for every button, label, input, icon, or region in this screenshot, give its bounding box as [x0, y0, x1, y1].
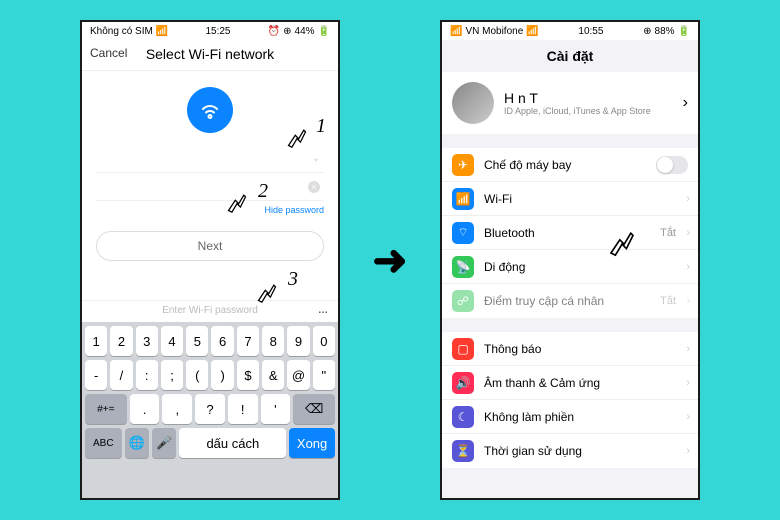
key-@[interactable]: @	[287, 360, 309, 390]
key[interactable]: ,	[162, 394, 192, 424]
wifi-icon: 📶	[156, 26, 168, 37]
airplane-icon: ✈	[452, 154, 474, 176]
key-&[interactable]: &	[262, 360, 284, 390]
key-8[interactable]: 8	[262, 326, 284, 356]
shift-key[interactable]: #+=	[85, 394, 127, 424]
hourglass-icon: ⏳	[452, 440, 474, 462]
key-0[interactable]: 0	[313, 326, 335, 356]
globe-key[interactable]: 🌐	[125, 428, 149, 458]
row-bluetooth[interactable]: ⌔BluetoothTắt›	[442, 216, 698, 250]
clear-icon[interactable]: ×	[308, 181, 320, 193]
key-"[interactable]: "	[313, 360, 335, 390]
airplane-toggle[interactable]	[656, 156, 688, 174]
key[interactable]: .	[130, 394, 160, 424]
key-3[interactable]: 3	[136, 326, 158, 356]
key-2[interactable]: 2	[110, 326, 132, 356]
page-title: Cài đặt	[442, 40, 698, 72]
key-$[interactable]: $	[237, 360, 259, 390]
space-key[interactable]: dấu cách	[179, 428, 286, 458]
password-input[interactable]: ×	[96, 173, 324, 201]
sounds-icon: 🔊	[452, 372, 474, 394]
credential-inputs: ⌄ ×	[82, 145, 338, 201]
next-button[interactable]: Next	[96, 231, 324, 261]
key-6[interactable]: 6	[211, 326, 233, 356]
key-7[interactable]: 7	[237, 326, 259, 356]
annotation-3: 3	[288, 268, 298, 291]
keyboard[interactable]: 1234567890 -/:;()$&@" #+= .,?!' ⌫ ABC 🌐 …	[82, 322, 338, 498]
key-5[interactable]: 5	[186, 326, 208, 356]
phone-settings: 📶VN Mobifone📶 10:55 ⊕88%🔋 Cài đặt H n T …	[440, 20, 700, 500]
key-1[interactable]: 1	[85, 326, 107, 356]
hide-password-link[interactable]: Hide password	[82, 201, 338, 219]
notifications-icon: ▢	[452, 338, 474, 360]
battery-label: 88%	[655, 26, 675, 37]
moon-icon: ☾	[452, 406, 474, 428]
profile-row[interactable]: H n T ID Apple, iCloud, iTunes & App Sto…	[442, 72, 698, 134]
key-/[interactable]: /	[110, 360, 132, 390]
arrow-icon: ➜	[372, 236, 407, 285]
annotation-1: 1	[316, 115, 326, 138]
row-dnd[interactable]: ☾Không làm phiền›	[442, 400, 698, 434]
delete-key[interactable]: ⌫	[293, 394, 335, 424]
carrier-label: Không có SIM	[90, 26, 153, 37]
key-9[interactable]: 9	[287, 326, 309, 356]
row-airplane[interactable]: ✈Chế độ máy bay	[442, 148, 698, 182]
key-:[interactable]: :	[136, 360, 158, 390]
mic-key[interactable]: 🎤	[152, 428, 176, 458]
carrier-label: VN Mobifone	[465, 26, 523, 37]
key--[interactable]: -	[85, 360, 107, 390]
row-screentime[interactable]: ⏳Thời gian sử dụng›	[442, 434, 698, 468]
status-bar: 📶VN Mobifone📶 10:55 ⊕88%🔋	[442, 22, 698, 40]
bluetooth-icon: ⌔	[452, 222, 474, 244]
row-sounds[interactable]: 🔊Âm thanh & Cảm ứng›	[442, 366, 698, 400]
wifi-icon: 📶	[452, 188, 474, 210]
key-4[interactable]: 4	[161, 326, 183, 356]
key[interactable]: ?	[195, 394, 225, 424]
avatar	[452, 82, 494, 124]
row-notifications[interactable]: ▢Thông báo›	[442, 332, 698, 366]
abc-key[interactable]: ABC	[85, 428, 122, 458]
row-hotspot[interactable]: ☍Điểm truy cập cá nhânTắt›	[442, 284, 698, 318]
status-time: 10:55	[578, 26, 603, 37]
keyboard-hint: Enter Wi-Fi password…	[82, 300, 338, 320]
profile-name: H n T	[504, 90, 651, 106]
key-([interactable]: (	[186, 360, 208, 390]
phone-wifi-setup: Không có SIM📶 15:25 ⏰⊕44%🔋 Cancel Select…	[80, 20, 340, 500]
row-cellular[interactable]: 📡Di động›	[442, 250, 698, 284]
status-time: 15:25	[205, 26, 230, 37]
network-select[interactable]: ⌄	[96, 145, 324, 173]
row-wifi[interactable]: 📶Wi-Fi›	[442, 182, 698, 216]
chevron-down-icon: ⌄	[312, 153, 320, 164]
done-key[interactable]: Xong	[289, 428, 335, 458]
wifi-badge-icon	[187, 87, 233, 133]
key-;[interactable]: ;	[161, 360, 183, 390]
key[interactable]: '	[261, 394, 291, 424]
annotation-2: 2	[258, 180, 268, 203]
nav-header: Cancel Select Wi-Fi network	[82, 40, 338, 71]
profile-sub: ID Apple, iCloud, iTunes & App Store	[504, 106, 651, 116]
key[interactable]: !	[228, 394, 258, 424]
status-bar: Không có SIM📶 15:25 ⏰⊕44%🔋	[82, 22, 338, 40]
cancel-button[interactable]: Cancel	[90, 46, 127, 60]
battery-label: 44%	[295, 26, 315, 37]
cellular-icon: 📡	[452, 256, 474, 278]
page-title: Select Wi-Fi network	[146, 46, 274, 62]
hotspot-icon: ☍	[452, 290, 474, 312]
key-)[interactable]: )	[211, 360, 233, 390]
